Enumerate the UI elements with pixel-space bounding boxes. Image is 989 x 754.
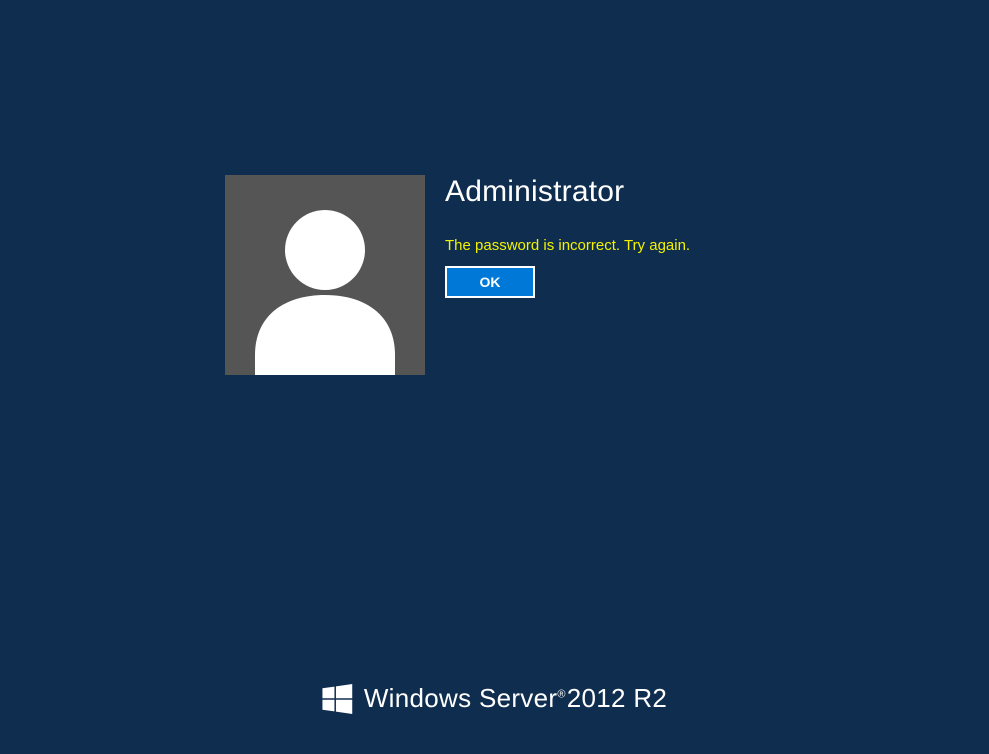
branding: Windows Server®2012 R2 xyxy=(322,683,667,714)
product-name: Windows Server®2012 R2 xyxy=(364,683,667,714)
username-label: Administrator xyxy=(445,175,690,209)
product-year: 2012 xyxy=(567,683,626,713)
error-message: The password is incorrect. Try again. xyxy=(445,237,690,254)
product-name-part1: Windows Server xyxy=(364,683,557,713)
ok-button[interactable]: OK xyxy=(445,266,535,298)
login-container: Administrator The password is incorrect.… xyxy=(225,175,690,375)
product-suffix: R2 xyxy=(633,683,667,713)
login-info: Administrator The password is incorrect.… xyxy=(445,175,690,375)
windows-logo-icon xyxy=(322,684,352,714)
user-avatar xyxy=(225,175,425,375)
user-icon xyxy=(225,175,425,375)
